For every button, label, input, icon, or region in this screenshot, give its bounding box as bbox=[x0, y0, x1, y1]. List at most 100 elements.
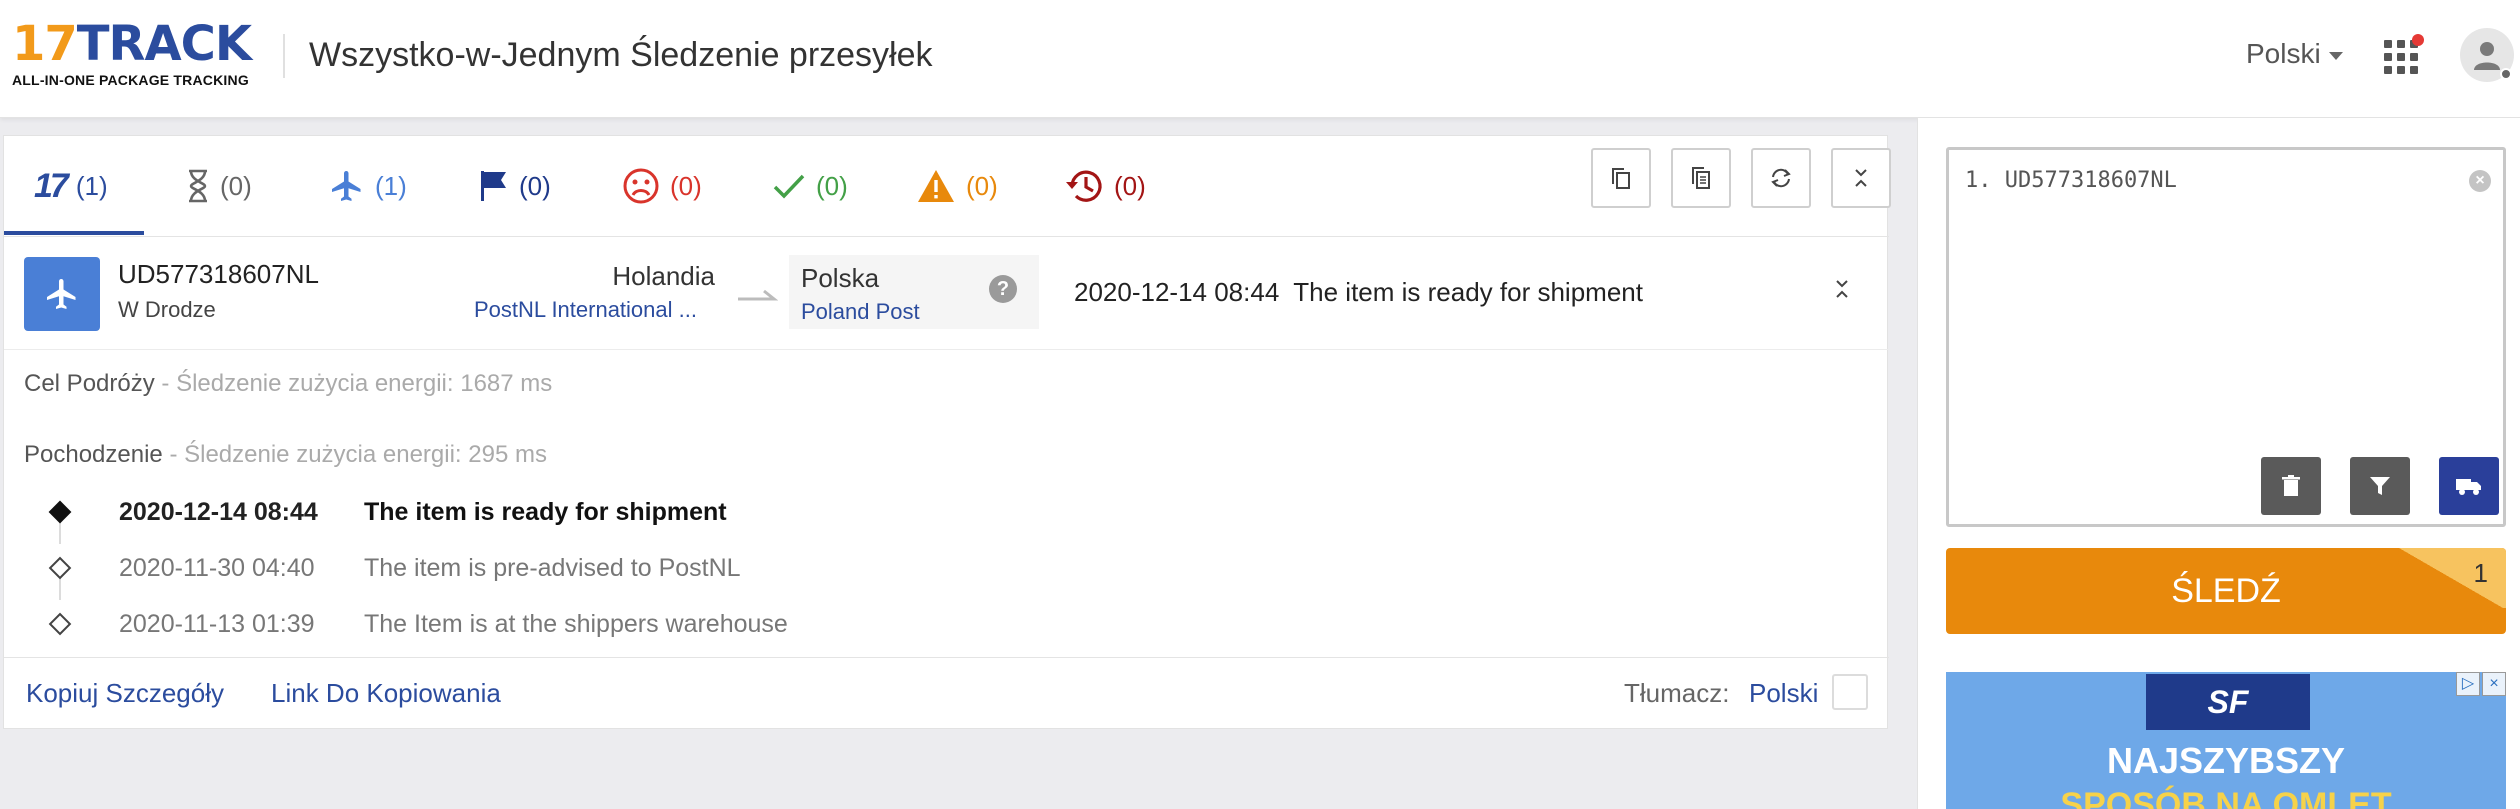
ad-controls: ▷ × bbox=[2456, 672, 2506, 696]
apps-grid-icon[interactable] bbox=[2384, 40, 2418, 74]
diamond-outline-icon bbox=[48, 556, 72, 580]
destination-country: Polska bbox=[801, 263, 880, 293]
tracking-number[interactable]: UD577318607NL bbox=[118, 259, 319, 290]
copy-link-link[interactable]: Link Do Kopiowania bbox=[271, 678, 501, 709]
airplane-icon bbox=[332, 171, 361, 201]
chevron-down-icon bbox=[2328, 52, 2343, 60]
history-icon bbox=[1066, 170, 1102, 202]
shipment-status: W Drodze bbox=[118, 297, 216, 322]
latest-event-desc: The item is ready for shipment bbox=[1293, 277, 1643, 307]
collapse-icon bbox=[1855, 169, 1867, 187]
language-selector[interactable]: Polski bbox=[2246, 38, 2343, 70]
tab-delivered[interactable]: (0) bbox=[772, 136, 848, 236]
results-panel: 17 (1) (0) (1) (0) (0) (0) (0) (0) UD577… bbox=[3, 135, 1891, 729]
header-divider bbox=[283, 34, 285, 78]
tracking-input-value: 1. UD577318607NL bbox=[1965, 168, 2177, 193]
tab-expired[interactable]: (0) bbox=[1064, 136, 1146, 236]
checkmark-icon bbox=[773, 174, 805, 199]
refresh-button[interactable] bbox=[1751, 148, 1811, 208]
logo-text: 17TRACK bbox=[12, 16, 252, 72]
filter-button[interactable] bbox=[2350, 457, 2410, 515]
copy-button[interactable] bbox=[1591, 148, 1651, 208]
event-date: 2020-12-14 08:44 bbox=[119, 497, 318, 526]
destination-info: Cel Podróży - Śledzenie zużycia energii:… bbox=[24, 370, 552, 398]
latest-event-date: 2020-12-14 08:44 bbox=[1074, 277, 1280, 307]
origin-country: Holandia bbox=[612, 261, 715, 291]
user-icon bbox=[2474, 42, 2500, 70]
ad-close-icon[interactable]: × bbox=[2482, 672, 2506, 696]
hourglass-icon bbox=[189, 169, 207, 203]
track-button-label: ŚLEDŹ bbox=[2171, 571, 2281, 610]
tab-count: (0) bbox=[816, 170, 848, 201]
ad-logo: SF bbox=[2146, 674, 2310, 730]
tab-count: (1) bbox=[375, 170, 407, 201]
event-desc: The item is ready for shipment bbox=[364, 497, 727, 526]
latest-event: 2020-12-14 08:44 The item is ready for s… bbox=[1074, 277, 1643, 308]
diamond-outline-icon bbox=[48, 612, 72, 636]
tab-undelivered[interactable]: (0) bbox=[622, 136, 702, 236]
destination-info-text: - Śledzenie zużycia energii: 1687 ms bbox=[154, 370, 553, 397]
tab-count: (1) bbox=[75, 170, 108, 201]
language-label: Polski bbox=[2246, 38, 2321, 69]
copy-details-link[interactable]: Kopiuj Szczegóły bbox=[26, 678, 224, 709]
tab-in-transit[interactable]: (1) bbox=[329, 136, 407, 236]
airplane-icon bbox=[47, 279, 76, 309]
divider bbox=[4, 349, 1889, 350]
origin-label: Pochodzenie bbox=[24, 441, 163, 468]
tab-not-found[interactable]: (0) bbox=[186, 136, 252, 236]
ad-subline: SPOSÓB NA OMLET bbox=[2060, 786, 2392, 809]
trash-icon bbox=[2282, 475, 2300, 496]
active-tab-indicator bbox=[4, 231, 144, 235]
help-icon[interactable]: ? bbox=[989, 275, 1017, 303]
destination-carrier-link[interactable]: Poland Post bbox=[801, 299, 920, 325]
collapse-all-button[interactable] bbox=[1831, 148, 1891, 208]
ad-banner[interactable]: SF ▷ × NAJSZYBSZY SPOSÓB NA OMLET bbox=[1946, 672, 2506, 809]
tab-count: (0) bbox=[1114, 170, 1146, 201]
delete-button[interactable] bbox=[2261, 457, 2321, 515]
track-count: 1 bbox=[2473, 558, 2488, 588]
carrier-button[interactable] bbox=[2439, 457, 2499, 515]
copy-icon bbox=[1612, 168, 1630, 189]
document-copy-icon bbox=[1692, 167, 1710, 189]
status-badge bbox=[24, 257, 100, 331]
translator-checkbox[interactable] bbox=[1832, 674, 1868, 710]
tab-alert[interactable]: (0) bbox=[916, 136, 998, 236]
destination-label: Cel Podróży bbox=[24, 370, 155, 397]
route-arrow-icon bbox=[738, 289, 778, 301]
origin-carrier-link[interactable]: PostNL International ... bbox=[474, 297, 697, 323]
logo[interactable]: 17TRACK ALL-IN-ONE PACKAGE TRACKING bbox=[12, 18, 262, 96]
track-count-badge bbox=[2396, 548, 2506, 608]
event-desc: The Item is at the shippers warehouse bbox=[364, 609, 788, 638]
logo-tagline: ALL-IN-ONE PACKAGE TRACKING bbox=[12, 72, 249, 88]
status-tabs: 17 (1) (0) (1) (0) (0) (0) (0) (0) bbox=[4, 136, 1891, 236]
warning-icon bbox=[918, 170, 954, 202]
17-logo-icon: 17 bbox=[34, 166, 69, 205]
sad-face-icon bbox=[623, 168, 659, 204]
notification-dot bbox=[2412, 34, 2424, 46]
tab-pickup[interactable]: (0) bbox=[479, 136, 551, 236]
flag-icon bbox=[481, 171, 506, 201]
translator-label: Tłumacz: bbox=[1624, 678, 1730, 708]
event-date: 2020-11-13 01:39 bbox=[119, 609, 315, 638]
card-footer: Kopiuj Szczegóły Link Do Kopiowania Tłum… bbox=[4, 657, 1889, 729]
collapse-card-icon[interactable] bbox=[1834, 279, 1850, 299]
translator-language-link[interactable]: Polski bbox=[1749, 678, 1818, 709]
tracking-input[interactable]: 1. UD577318607NL × bbox=[1946, 147, 2506, 527]
top-header: 17TRACK ALL-IN-ONE PACKAGE TRACKING Wszy… bbox=[0, 0, 2520, 118]
track-button[interactable]: ŚLEDŹ 1 bbox=[1946, 548, 2506, 634]
tab-count: (0) bbox=[519, 170, 551, 201]
filter-icon bbox=[2370, 477, 2390, 495]
close-icon[interactable]: × bbox=[2469, 170, 2491, 192]
event-date: 2020-11-30 04:40 bbox=[119, 553, 315, 582]
shipment-card: UD577318607NL W Drodze Holandia PostNL I… bbox=[4, 236, 1889, 638]
refresh-icon bbox=[1771, 168, 1791, 188]
event-desc: The item is pre-advised to PostNL bbox=[364, 553, 741, 582]
ad-headline: NAJSZYBSZY bbox=[2106, 740, 2346, 781]
origin-info-text: - Śledzenie zużycia energii: 295 ms bbox=[162, 441, 547, 468]
tab-count: (0) bbox=[220, 170, 252, 201]
copy-all-button[interactable] bbox=[1671, 148, 1731, 208]
tab-all[interactable]: 17 (1) bbox=[34, 136, 108, 236]
page-title: Wszystko-w-Jednym Śledzenie przesyłek bbox=[309, 36, 933, 74]
diamond-filled-icon bbox=[48, 500, 72, 524]
ad-info-icon[interactable]: ▷ bbox=[2456, 672, 2480, 696]
